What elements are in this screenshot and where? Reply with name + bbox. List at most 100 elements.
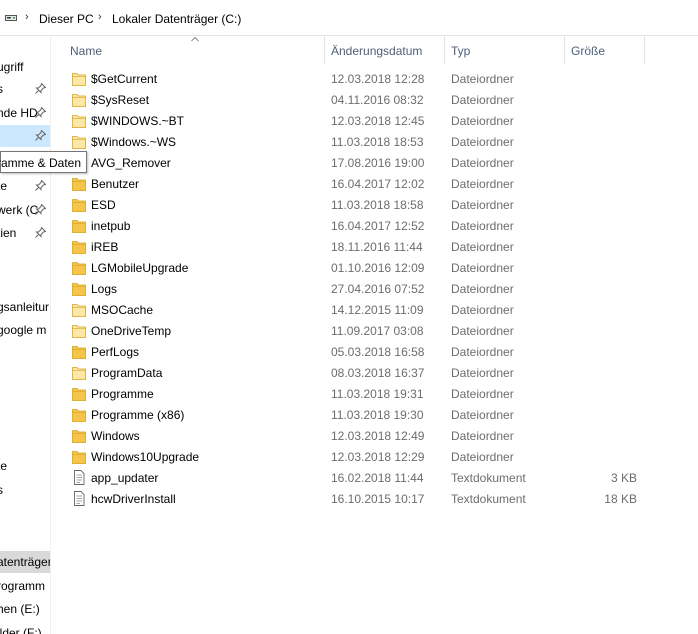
- file-row[interactable]: AVG_Remover 17.08.2016 19:00 Dateiordner: [51, 152, 651, 173]
- nav-item-label: gsanleitur: [0, 300, 50, 314]
- folder-icon: [72, 92, 86, 107]
- nav-item[interactable]: ugriff: [0, 56, 50, 78]
- folder-icon: [72, 134, 86, 149]
- nav-item-label: s: [0, 483, 3, 497]
- breadcrumb-this-pc[interactable]: Dieser PC: [39, 12, 94, 26]
- file-row[interactable]: inetpub 16.04.2017 12:52 Dateiordner: [51, 215, 651, 236]
- drive-icon: [5, 15, 17, 21]
- nav-item-selected[interactable]: [0, 125, 50, 147]
- file-row[interactable]: Programme 11.03.2018 19:31 Dateiordner: [51, 383, 651, 404]
- file-name: iREB: [91, 240, 119, 254]
- nav-item[interactable]: google m: [0, 319, 50, 341]
- nav-item[interactable]: hen (E:): [0, 598, 50, 620]
- file-row[interactable]: Logs 27.04.2016 07:52 Dateiordner: [51, 278, 651, 299]
- file-row[interactable]: ESD 11.03.2018 18:58 Dateiordner: [51, 194, 651, 215]
- file-row[interactable]: Programme (x86) 11.03.2018 19:30 Dateiordn…: [51, 404, 651, 425]
- column-header-size-label: Größe: [571, 44, 606, 58]
- column-header-type[interactable]: Typ: [445, 36, 565, 64]
- file-row[interactable]: app_updater 16.02.2018 11:44 Textdokument 3…: [51, 467, 651, 488]
- file-date: 12.03.2018 12:45: [331, 114, 425, 128]
- text-file-icon: [72, 470, 86, 485]
- file-type: Dateiordner: [451, 261, 514, 275]
- pin-icon[interactable]: [35, 180, 46, 191]
- file-name: $Windows.~WS: [91, 135, 177, 149]
- file-type: Dateiordner: [451, 345, 514, 359]
- pin-icon[interactable]: [35, 227, 46, 238]
- file-type: Dateiordner: [451, 114, 514, 128]
- folder-icon: [72, 449, 86, 464]
- file-date: 18.11.2016 11:44: [331, 240, 423, 254]
- pin-icon[interactable]: [35, 204, 46, 215]
- file-row[interactable]: OneDriveTemp 11.09.2017 03:08 Dateiordner: [51, 320, 651, 341]
- nav-item[interactable]: werk (C: [0, 199, 50, 221]
- breadcrumb-separator[interactable]: ›: [25, 11, 29, 23]
- folder-icon: [72, 197, 86, 212]
- file-type: Dateiordner: [451, 135, 514, 149]
- nav-item[interactable]: nde HD: [0, 102, 50, 124]
- file-date: 01.10.2016 12:09: [331, 261, 425, 275]
- nav-item[interactable]: rogramm: [0, 575, 50, 597]
- address-bar[interactable]: › Dieser PC › Lokaler Datenträger (C:): [0, 0, 698, 36]
- file-type: Dateiordner: [451, 324, 514, 338]
- file-date: 11.03.2018 18:53: [331, 135, 424, 149]
- file-row[interactable]: PerfLogs 05.03.2018 16:58 Dateiordner: [51, 341, 651, 362]
- folder-icon: [72, 113, 86, 128]
- nav-item[interactable]: te: [0, 455, 50, 477]
- file-type: Dateiordner: [451, 219, 514, 233]
- breadcrumb-separator[interactable]: ›: [98, 11, 102, 23]
- file-row[interactable]: iREB 18.11.2016 11:44 Dateiordner: [51, 236, 651, 257]
- file-name: PerfLogs: [91, 345, 140, 359]
- file-type: Textdokument: [451, 471, 526, 485]
- pin-icon[interactable]: [35, 107, 46, 118]
- file-type: Dateiordner: [451, 198, 514, 212]
- file-row[interactable]: $GetCurrent 12.03.2018 12:28 Dateiordner: [51, 68, 651, 89]
- text-file-icon: [72, 491, 86, 506]
- nav-item[interactable]: s: [0, 479, 50, 501]
- nav-item-local-disk[interactable]: atenträger: [0, 551, 50, 573]
- file-type: Dateiordner: [451, 177, 514, 191]
- column-header-type-label: Typ: [451, 44, 471, 58]
- file-date: 16.02.2018 11:44: [331, 471, 424, 485]
- column-header-date[interactable]: Änderungsdatum: [325, 36, 445, 64]
- breadcrumb-local-disk[interactable]: Lokaler Datenträger (C:): [112, 12, 241, 26]
- file-row[interactable]: MSOCache 14.12.2015 11:09 Dateiordner: [51, 299, 651, 320]
- nav-item[interactable]: te: [0, 175, 50, 197]
- column-headers: Name Änderungsdatum Typ Größe: [51, 36, 698, 64]
- file-row[interactable]: LGMobileUpgrade 01.10.2016 12:09 Dateiordn…: [51, 257, 651, 278]
- nav-item-label: ilder (F:): [0, 626, 42, 634]
- column-header-size[interactable]: Größe: [565, 36, 645, 64]
- file-row[interactable]: Windows10Upgrade 12.03.2018 12:29 Dateiord…: [51, 446, 651, 467]
- file-row[interactable]: hcwDriverInstall 16.10.2015 10:17 Textdoku…: [51, 488, 651, 509]
- nav-item[interactable]: ilder (F:): [0, 622, 50, 634]
- nav-item[interactable]: tien: [0, 222, 50, 244]
- file-type: Dateiordner: [451, 156, 514, 170]
- file-row[interactable]: $WINDOWS.~BT 12.03.2018 12:45 Dateiordner: [51, 110, 651, 131]
- file-row[interactable]: Windows 12.03.2018 12:49 Dateiordner: [51, 425, 651, 446]
- file-row[interactable]: ProgramData 08.03.2018 16:37 Dateiordner: [51, 362, 651, 383]
- file-row[interactable]: $SysReset 04.11.2016 08:32 Dateiordner: [51, 89, 651, 110]
- nav-item-label: nde HD: [0, 106, 38, 120]
- nav-item[interactable]: s: [0, 78, 50, 100]
- tooltip: ramme & Daten: [0, 151, 87, 173]
- file-type: Dateiordner: [451, 387, 514, 401]
- file-name: hcwDriverInstall: [91, 492, 176, 506]
- file-row[interactable]: $Windows.~WS 11.03.2018 18:53 Dateiordner: [51, 131, 651, 152]
- file-date: 16.04.2017 12:52: [331, 219, 425, 233]
- navigation-pane[interactable]: ugriff s nde HD te werk (C tien gsanleit…: [0, 36, 51, 634]
- folder-icon: [72, 71, 86, 86]
- nav-item-label: rogramm: [0, 579, 46, 593]
- file-row[interactable]: Benutzer 16.04.2017 12:02 Dateiordner: [51, 173, 651, 194]
- tooltip-text: ramme & Daten: [0, 156, 82, 170]
- file-name: AVG_Remover: [91, 156, 171, 170]
- file-type: Dateiordner: [451, 429, 514, 443]
- nav-item[interactable]: gsanleitur: [0, 296, 50, 318]
- pin-icon[interactable]: [35, 130, 46, 141]
- column-header-name[interactable]: Name: [51, 36, 325, 64]
- folder-icon: [72, 344, 86, 359]
- file-type: Dateiordner: [451, 303, 514, 317]
- folder-icon: [72, 407, 86, 422]
- file-date: 12.03.2018 12:49: [331, 429, 425, 443]
- folder-icon: [72, 428, 86, 443]
- pin-icon[interactable]: [35, 83, 46, 94]
- file-date: 11.09.2017 03:08: [331, 324, 424, 338]
